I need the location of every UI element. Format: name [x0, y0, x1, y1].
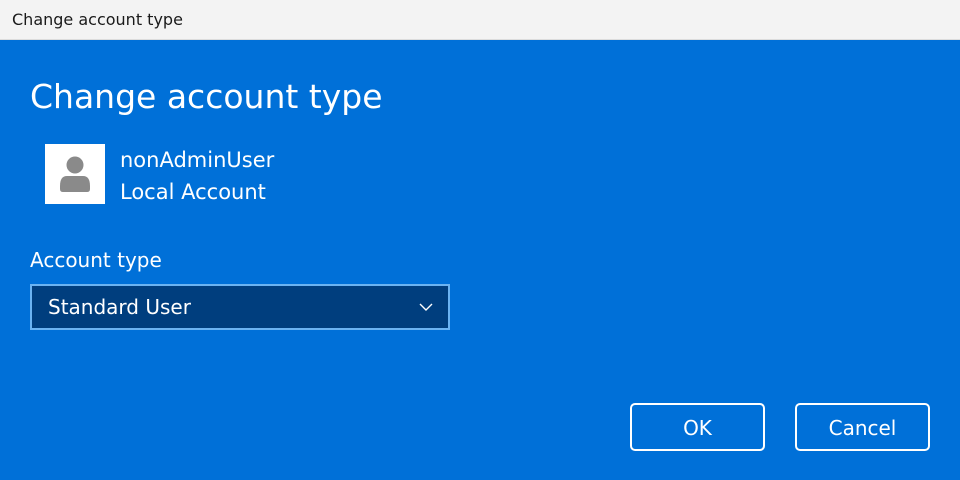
- dialog-heading: Change account type: [30, 77, 383, 116]
- title-bar: Change account type: [0, 0, 960, 40]
- change-account-type-window: Change account type Change account type …: [0, 0, 960, 480]
- account-kind: Local Account: [120, 180, 266, 204]
- account-type-label: Account type: [30, 248, 162, 272]
- avatar: [45, 144, 105, 204]
- user-silhouette-icon: [60, 156, 90, 192]
- window-title: Change account type: [12, 10, 183, 29]
- user-name: nonAdminUser: [120, 148, 275, 172]
- cancel-button[interactable]: Cancel: [795, 403, 930, 451]
- chevron-down-icon: [419, 303, 433, 311]
- account-type-selected-value: Standard User: [48, 295, 191, 319]
- account-type-dropdown[interactable]: Standard User: [30, 284, 450, 330]
- ok-button[interactable]: OK: [630, 403, 765, 451]
